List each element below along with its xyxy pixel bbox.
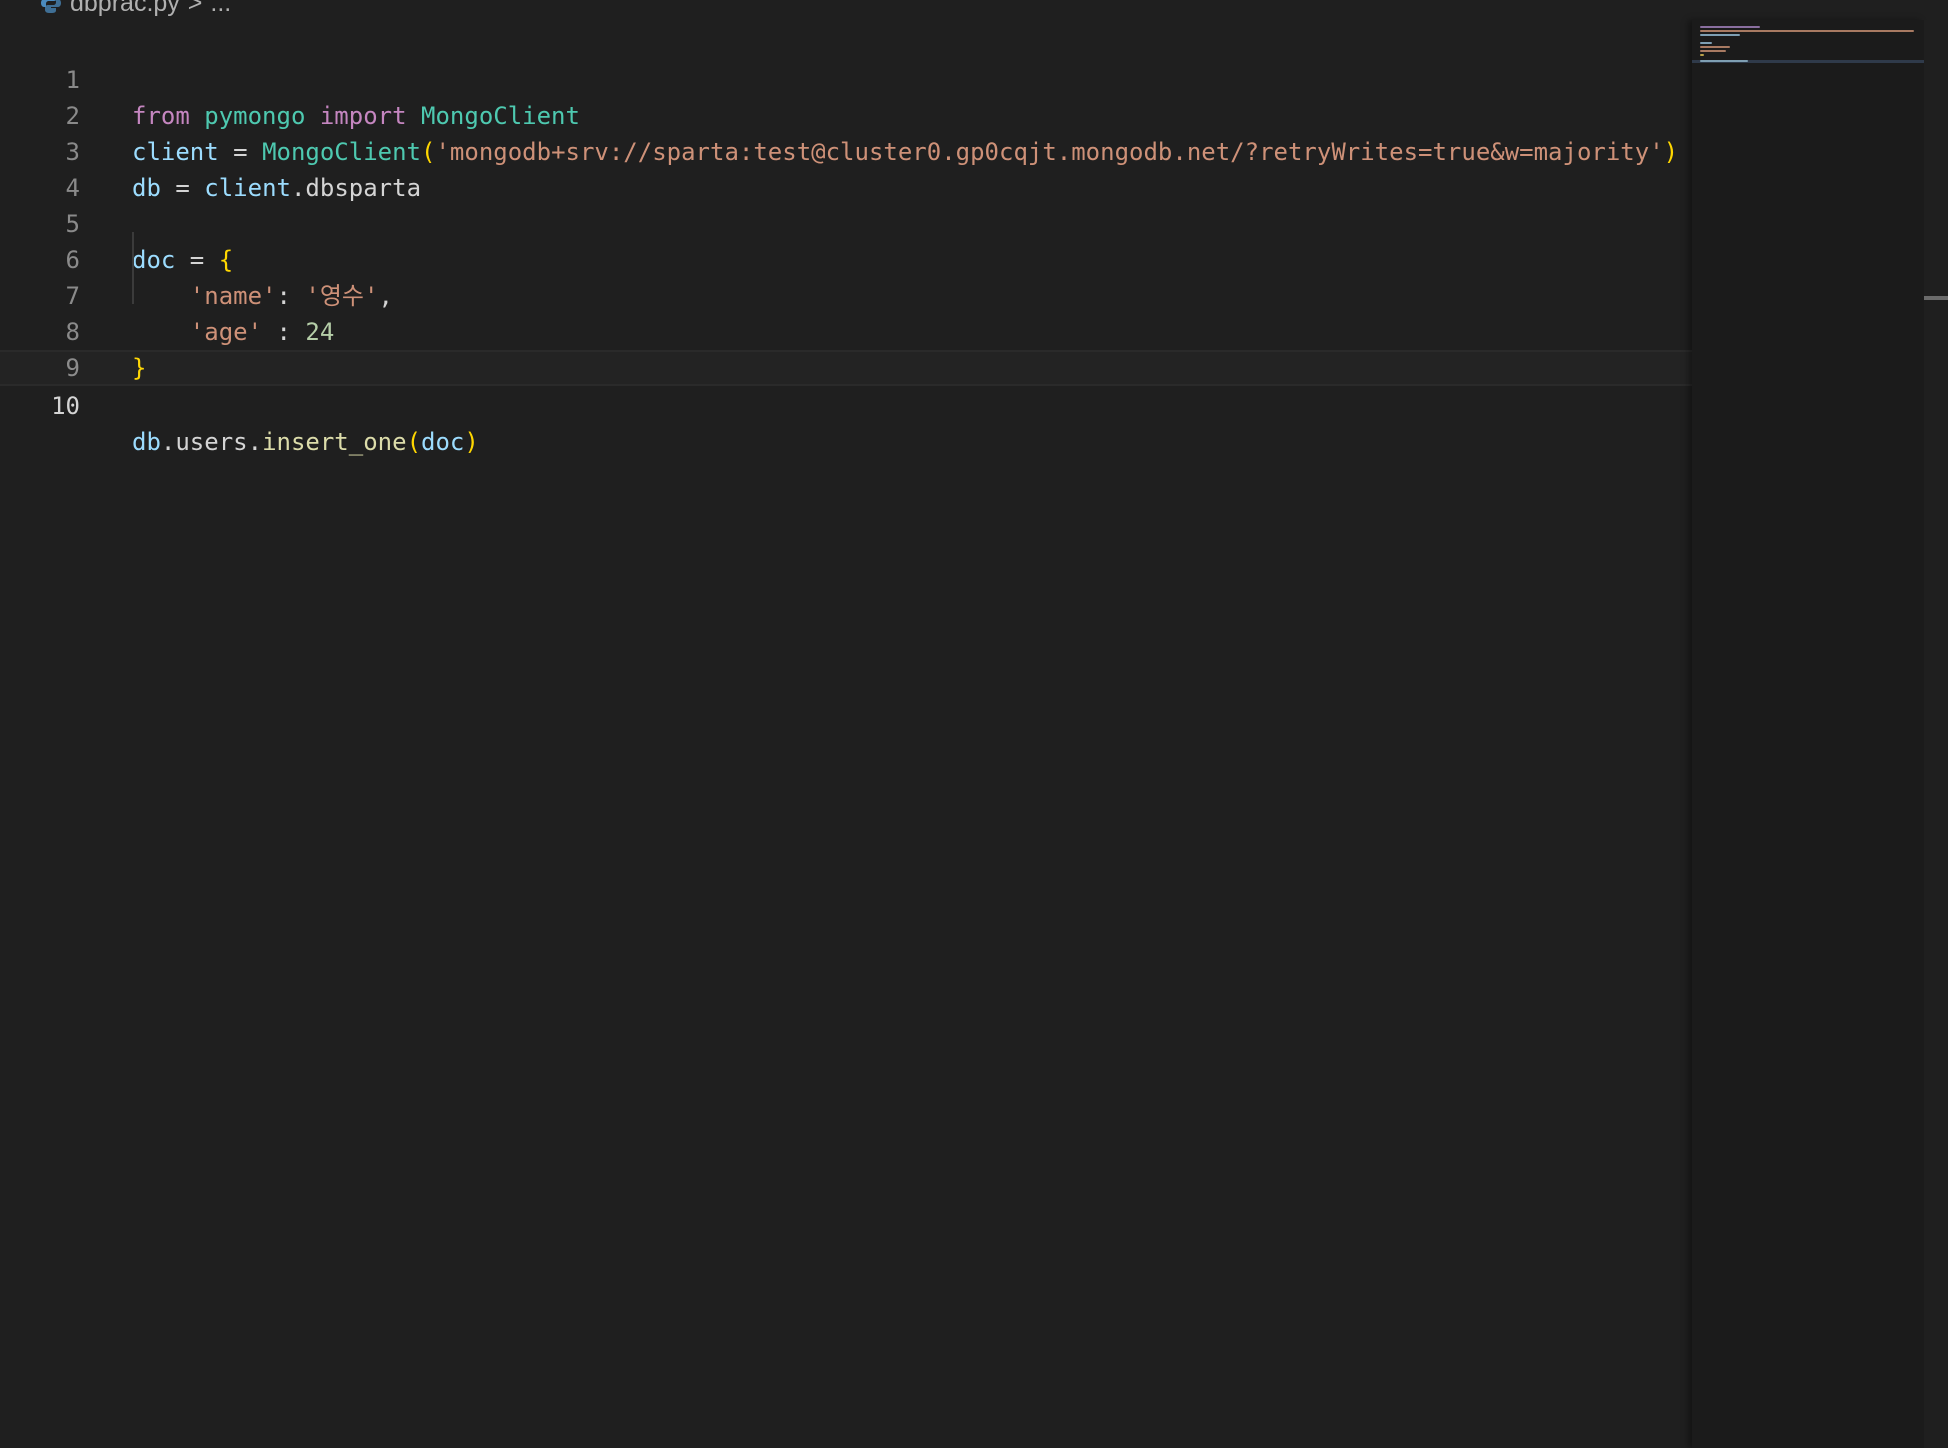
- minimap[interactable]: [1692, 20, 1924, 1448]
- minimap-line: [1700, 42, 1712, 44]
- minimap-line: [1700, 54, 1704, 56]
- line-number: 10: [51, 392, 80, 420]
- code-line-current[interactable]: 10 db.users.insert_one(doc): [0, 350, 1692, 456]
- code-line[interactable]: 1 from pymongo import MongoClient: [0, 26, 1692, 130]
- minimap-line: [1700, 26, 1760, 28]
- code-line[interactable]: 4: [0, 134, 1692, 202]
- code-line[interactable]: 2 client = MongoClient('mongodb+srv://sp…: [0, 62, 1692, 166]
- code-area[interactable]: 1 from pymongo import MongoClient 2 clie…: [0, 26, 1692, 1448]
- code-line[interactable]: 3 db = client.dbsparta: [0, 98, 1692, 202]
- code-line[interactable]: 5 doc = {: [0, 170, 1692, 274]
- code-line[interactable]: 8 }: [0, 278, 1692, 382]
- breadcrumb: dbprac.py > ...: [40, 0, 231, 16]
- code-line[interactable]: 9: [0, 314, 1692, 382]
- minimap-line: [1700, 50, 1726, 52]
- breadcrumb-ellipsis[interactable]: ...: [210, 0, 231, 16]
- indent-guide: [132, 232, 134, 304]
- chevron-right-icon: >: [187, 0, 203, 17]
- minimap-line: [1700, 46, 1730, 48]
- scrollbar-thumb[interactable]: [1924, 296, 1948, 300]
- code-line[interactable]: 6 'name': '영수',: [0, 206, 1692, 310]
- minimap-line: [1700, 30, 1914, 32]
- code-line[interactable]: 7 'age' : 24: [0, 242, 1692, 346]
- vertical-scrollbar[interactable]: [1924, 20, 1948, 1448]
- breadcrumb-file-name[interactable]: dbprac.py: [70, 0, 180, 16]
- python-file-icon: [40, 0, 62, 14]
- minimap-line: [1700, 60, 1748, 62]
- minimap-line: [1700, 34, 1740, 36]
- code-editor[interactable]: dbprac.py > ... 1 from pymongo import Mo…: [0, 0, 1948, 1448]
- line-content: db.users.insert_one(doc): [132, 428, 479, 456]
